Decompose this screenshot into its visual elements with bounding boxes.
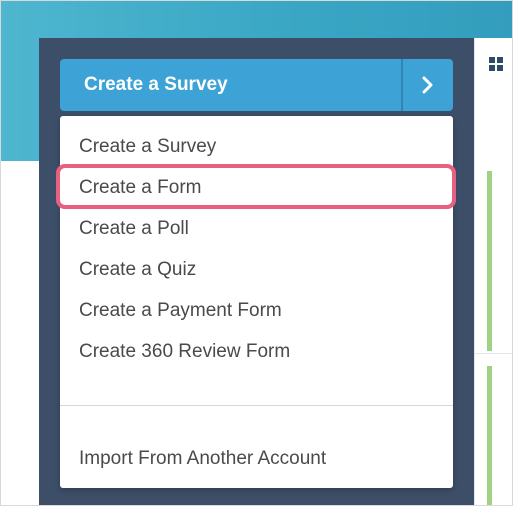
grid-icon[interactable] bbox=[489, 57, 503, 71]
content-divider bbox=[474, 353, 512, 354]
menu-item-create-payment-form[interactable]: Create a Payment Form bbox=[79, 299, 282, 323]
create-survey-label[interactable]: Create a Survey bbox=[60, 74, 401, 96]
menu-item-create-quiz[interactable]: Create a Quiz bbox=[79, 258, 196, 282]
content-panel bbox=[474, 38, 512, 505]
highlight-annotation bbox=[56, 164, 456, 209]
menu-item-create-poll[interactable]: Create a Poll bbox=[79, 217, 189, 241]
app-window: Create a Survey Create a Survey Create a… bbox=[0, 0, 513, 506]
status-bar-indicator bbox=[487, 171, 492, 351]
menu-item-create-survey[interactable]: Create a Survey bbox=[79, 135, 216, 159]
create-survey-button[interactable]: Create a Survey bbox=[60, 59, 453, 111]
chevron-right-icon bbox=[422, 76, 433, 94]
status-bar-indicator bbox=[487, 366, 492, 505]
menu-item-import-account[interactable]: Import From Another Account bbox=[79, 447, 326, 471]
menu-divider bbox=[60, 405, 453, 406]
sidebar: Create a Survey Create a Survey Create a… bbox=[39, 38, 474, 505]
expand-dropdown-button[interactable] bbox=[403, 59, 453, 111]
menu-item-create-360-review-form[interactable]: Create 360 Review Form bbox=[79, 340, 290, 364]
